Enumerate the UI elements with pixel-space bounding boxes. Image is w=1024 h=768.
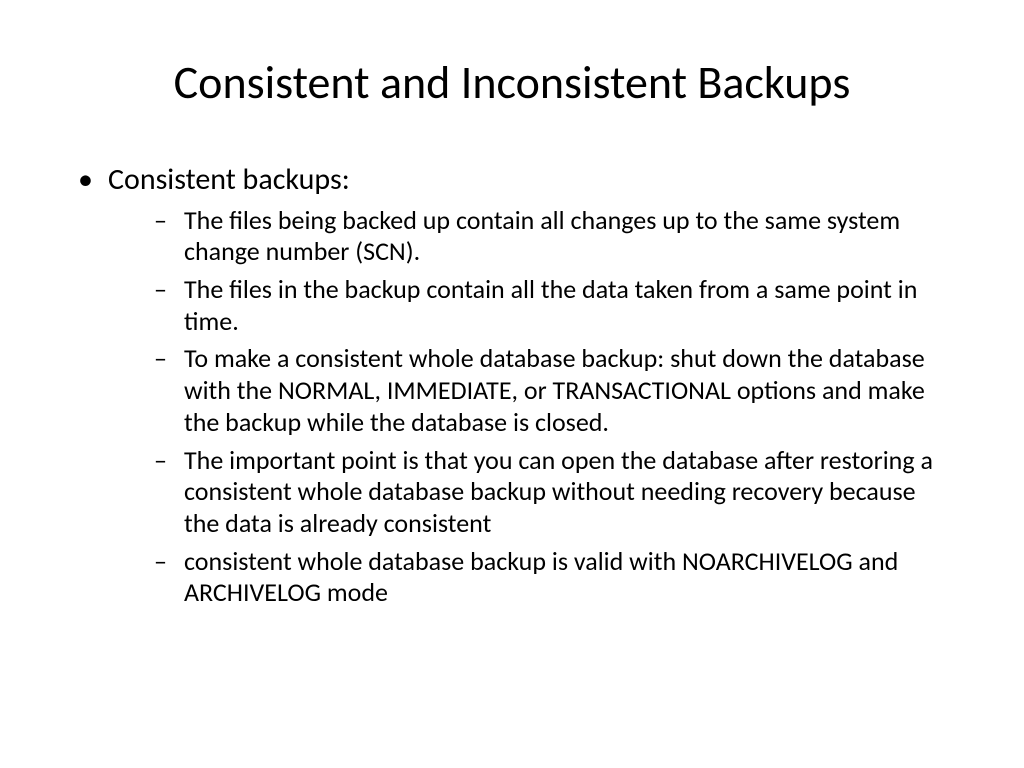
bullet-text: consistent whole database backup is vali… xyxy=(184,545,898,609)
bullet-text: The files being backed up contain all ch… xyxy=(184,204,900,268)
bullet-level-2: The important point is that you can open… xyxy=(108,445,954,540)
bullet-level-2: The files being backed up contain all ch… xyxy=(108,205,954,268)
sub-bullet-list: The files being backed up contain all ch… xyxy=(108,205,954,610)
bullet-list: Consistent backups: The files being back… xyxy=(70,161,954,609)
bullet-level-2: To make a consistent whole database back… xyxy=(108,343,954,438)
bullet-text: Consistent backups: xyxy=(108,161,350,198)
bullet-text: The important point is that you can open… xyxy=(184,444,933,539)
slide-title: Consistent and Inconsistent Backups xyxy=(70,55,954,111)
bullet-text: The files in the backup contain all the … xyxy=(184,273,917,337)
slide-container: Consistent and Inconsistent Backups Cons… xyxy=(0,0,1024,768)
bullet-level-1: Consistent backups: The files being back… xyxy=(70,161,954,609)
bullet-level-2: The files in the backup contain all the … xyxy=(108,274,954,337)
bullet-level-2: consistent whole database backup is vali… xyxy=(108,546,954,609)
bullet-text: To make a consistent whole database back… xyxy=(184,342,925,437)
